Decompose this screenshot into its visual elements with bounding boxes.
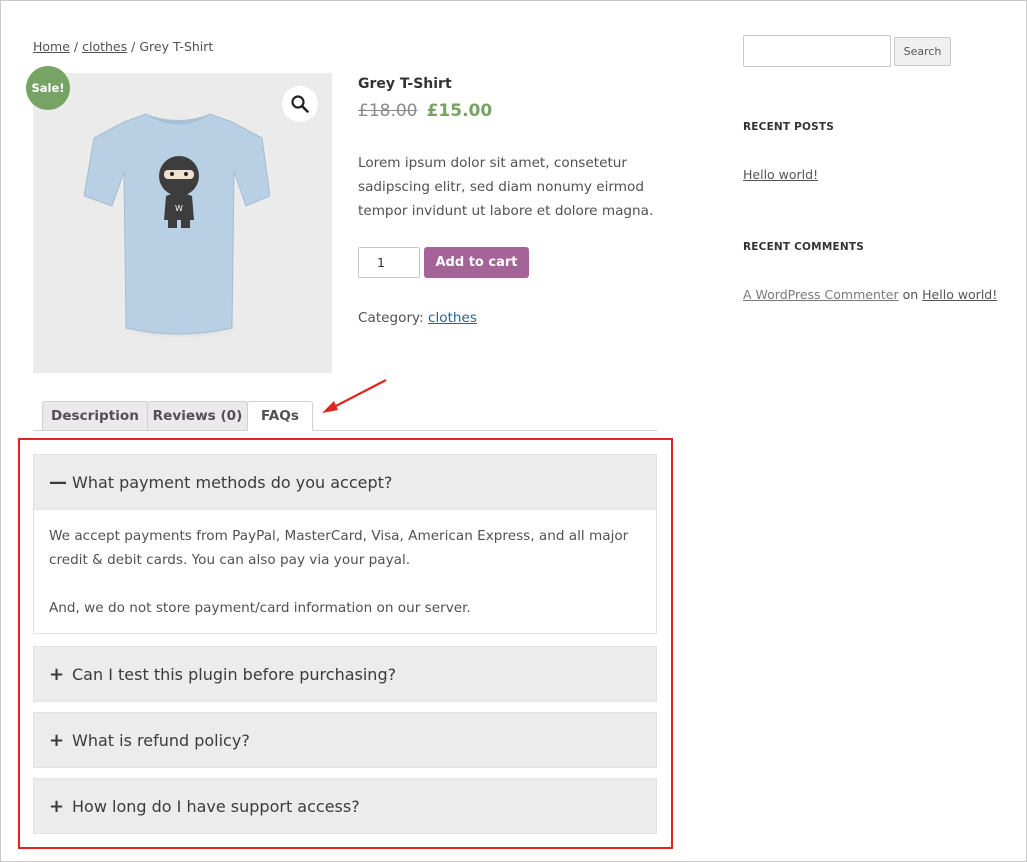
- product-category: Category: clothes: [358, 310, 477, 326]
- tab-reviews[interactable]: Reviews (0): [147, 401, 248, 431]
- svg-text:W: W: [175, 204, 183, 213]
- breadcrumb-separator: /: [131, 39, 136, 54]
- recent-posts-title: RECENT POSTS: [743, 121, 835, 133]
- breadcrumb-current: Grey T-Shirt: [139, 39, 214, 54]
- recent-comments-title: RECENT COMMENTS: [743, 241, 864, 253]
- tab-faqs[interactable]: FAQs: [247, 401, 313, 431]
- annotation-arrow: [322, 379, 387, 413]
- sale-price: £15.00: [426, 101, 493, 121]
- breadcrumb-home-link[interactable]: Home: [33, 39, 70, 54]
- faq-answer-paragraph: We accept payments from PayPal, MasterCa…: [49, 528, 629, 568]
- faq-answer-paragraph: And, we do not store payment/card inform…: [49, 600, 471, 616]
- faq-question-toggle[interactable]: — What payment methods do you accept?: [33, 454, 657, 510]
- plus-icon: +: [49, 795, 65, 817]
- plus-icon: +: [49, 729, 65, 751]
- minus-icon: —: [49, 471, 67, 493]
- zoom-button[interactable]: [282, 86, 318, 122]
- sale-badge: Sale!: [26, 66, 70, 110]
- category-label: Category:: [358, 310, 424, 326]
- faq-item: + What is refund policy?: [33, 712, 657, 768]
- add-to-cart-button[interactable]: Add to cart: [424, 247, 529, 278]
- faq-question: Can I test this plugin before purchasing…: [72, 664, 397, 684]
- faq-item: — What payment methods do you accept? We…: [33, 454, 657, 634]
- product-title: Grey T-Shirt: [358, 76, 452, 92]
- faq-question: What payment methods do you accept?: [72, 472, 393, 492]
- breadcrumb: Home / clothes / Grey T-Shirt: [33, 39, 213, 54]
- product-short-description: Lorem ipsum dolor sit amet, consetetur s…: [358, 155, 654, 219]
- tab-description[interactable]: Description: [42, 401, 148, 431]
- faq-question: What is refund policy?: [72, 730, 250, 750]
- search-button[interactable]: Search: [894, 37, 951, 66]
- breadcrumb-separator: /: [73, 39, 79, 54]
- recent-comment-item: A WordPress Commenter on Hello world!: [743, 287, 997, 302]
- category-link[interactable]: clothes: [428, 310, 477, 326]
- regular-price: £18.00: [358, 101, 418, 121]
- comment-on-text: on: [902, 287, 919, 302]
- faq-item: + How long do I have support access?: [33, 778, 657, 834]
- faq-question-toggle[interactable]: + How long do I have support access?: [33, 778, 657, 834]
- faq-question: How long do I have support access?: [72, 796, 360, 816]
- search-input[interactable]: [743, 35, 891, 67]
- recent-post-item: Hello world!: [743, 167, 818, 182]
- tshirt-image: W: [84, 113, 270, 340]
- magnifier-icon: [291, 95, 309, 113]
- plus-icon: +: [49, 663, 65, 685]
- price: £18.00 £15.00: [358, 101, 492, 121]
- comment-post-link[interactable]: Hello world!: [922, 287, 997, 302]
- recent-post-link[interactable]: Hello world!: [743, 167, 818, 182]
- faq-item: + Can I test this plugin before purchasi…: [33, 646, 657, 702]
- quantity-input[interactable]: [358, 247, 420, 278]
- comment-author-link[interactable]: A WordPress Commenter: [743, 287, 899, 302]
- faq-answer: We accept payments from PayPal, MasterCa…: [33, 510, 657, 634]
- breadcrumb-category-link[interactable]: clothes: [82, 39, 127, 54]
- faq-question-toggle[interactable]: + What is refund policy?: [33, 712, 657, 768]
- faq-question-toggle[interactable]: + Can I test this plugin before purchasi…: [33, 646, 657, 702]
